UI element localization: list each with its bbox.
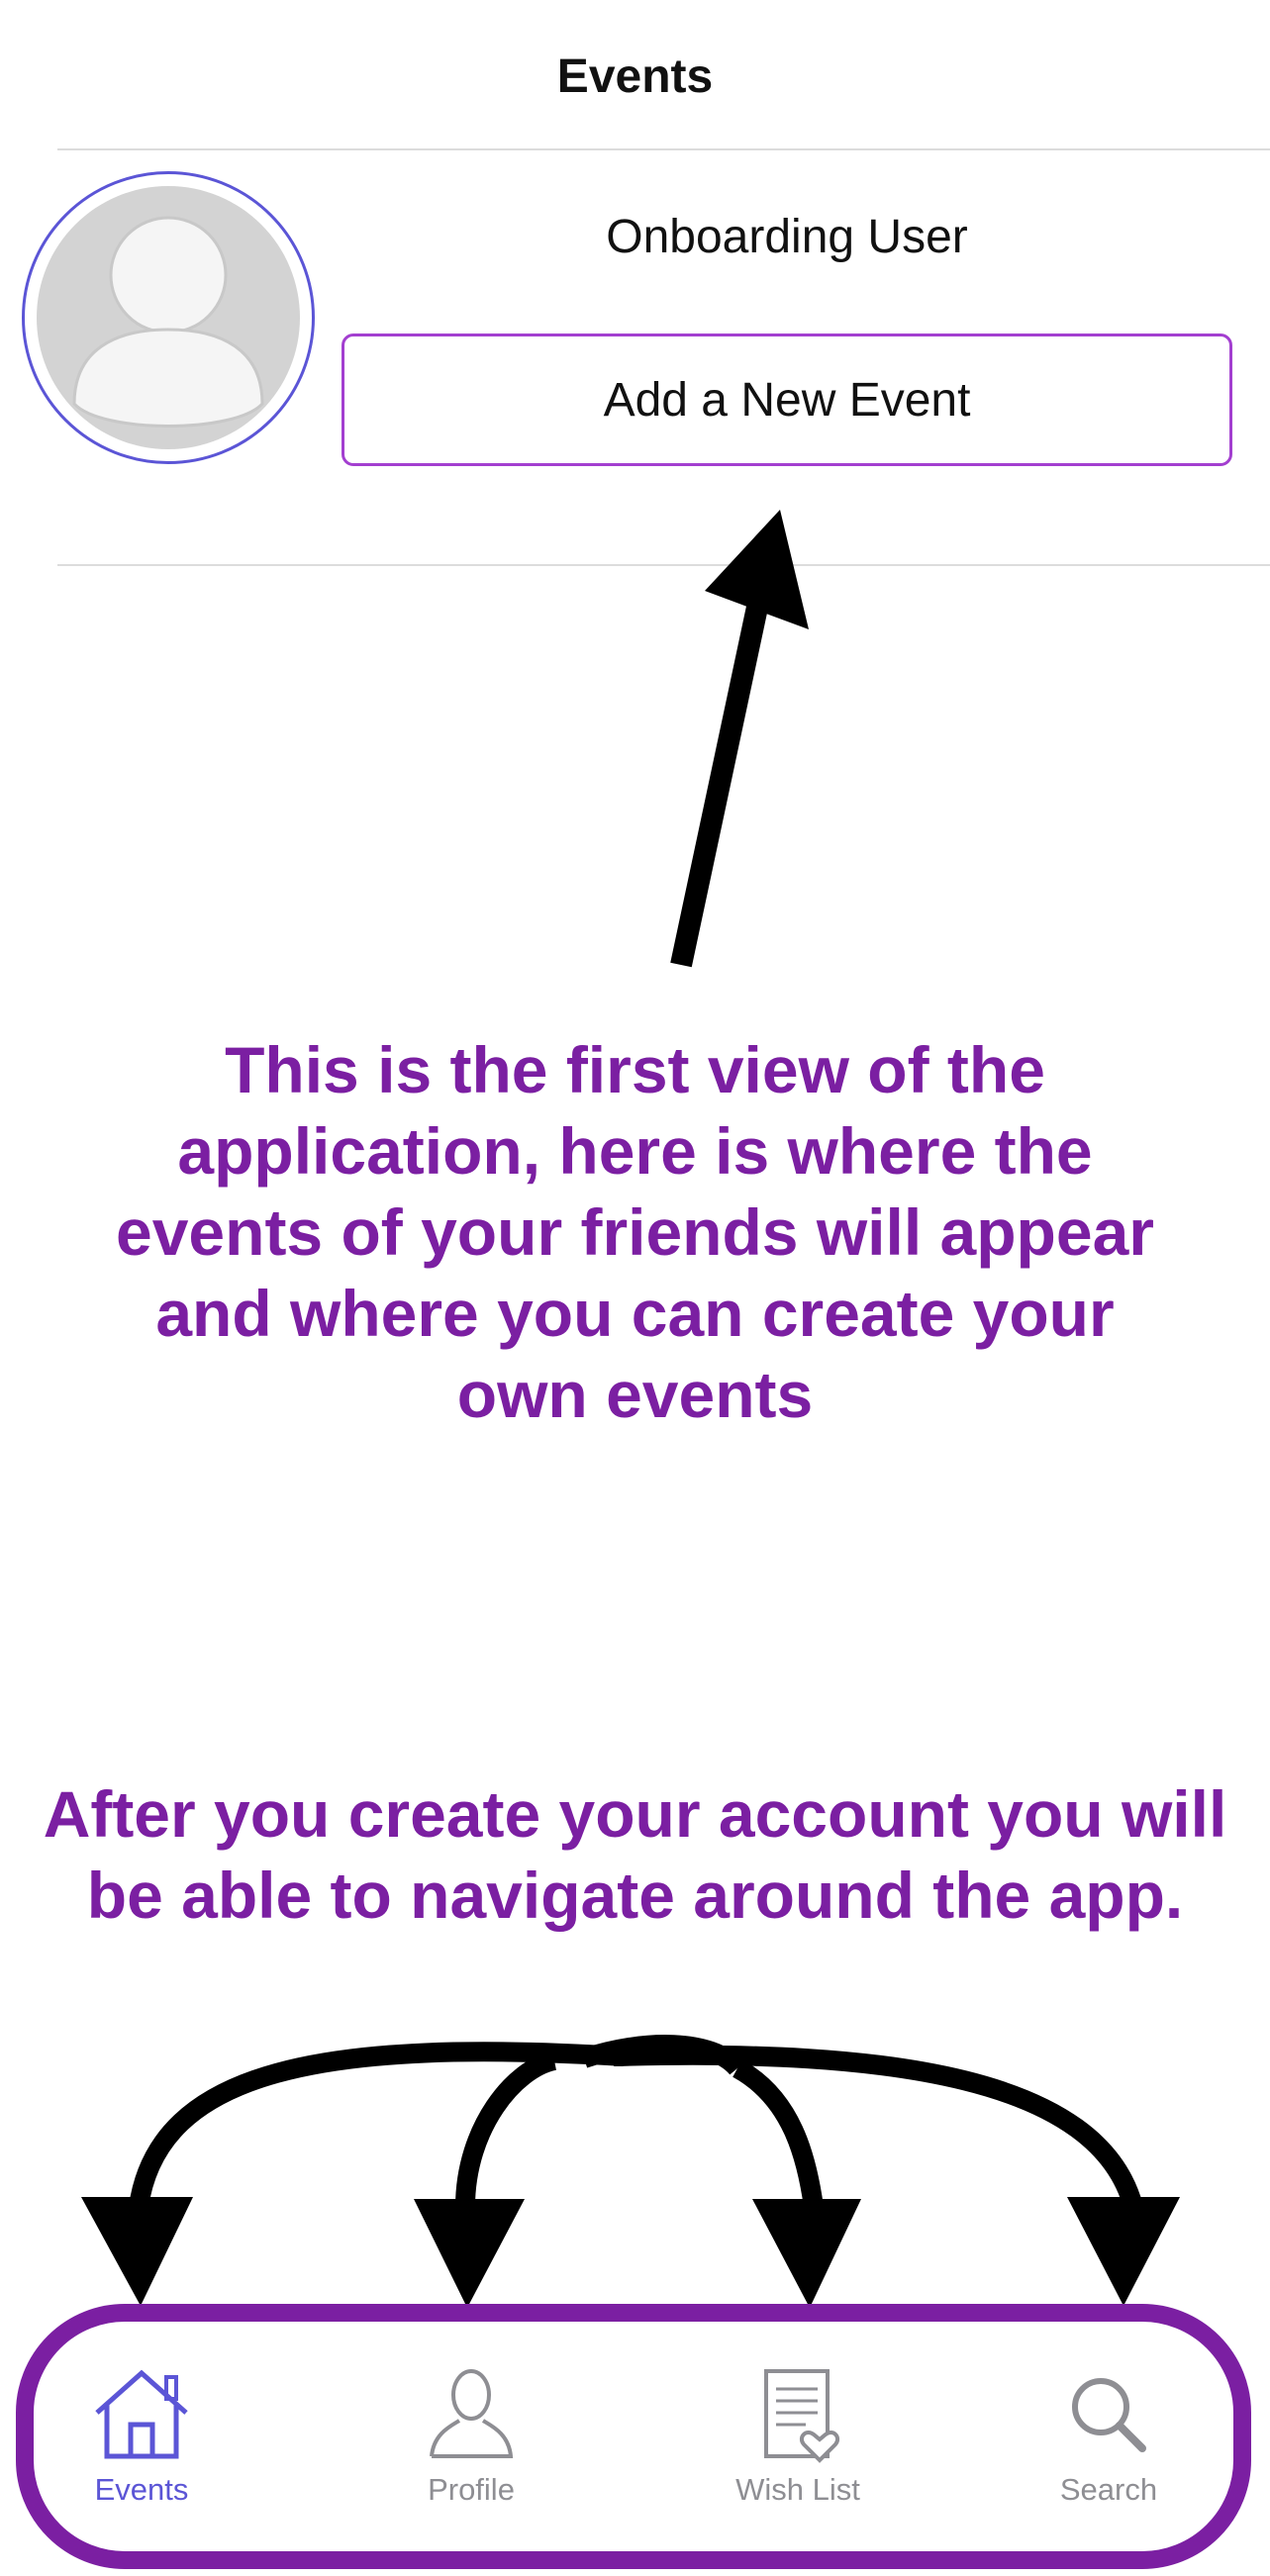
- first-view-annotation: This is the first view of the applicatio…: [116, 1033, 1154, 1431]
- navigation-annotation: After you create your account you will b…: [43, 1777, 1227, 1932]
- person-icon: [430, 2369, 514, 2458]
- house-icon: [95, 2369, 188, 2459]
- tab-events-label: Events: [94, 2472, 189, 2507]
- tab-wish-list-label: Wish List: [735, 2472, 860, 2507]
- tab-search[interactable]: Search: [1000, 2365, 1218, 2533]
- tab-profile-label: Profile: [428, 2472, 515, 2507]
- tab-search-label: Search: [1059, 2472, 1158, 2507]
- arrows-to-tabs: [129, 2035, 1143, 2210]
- wishlist-icon: [764, 2369, 840, 2463]
- tab-wish-list[interactable]: Wish List: [689, 2365, 907, 2533]
- arrow-head-search: [1067, 2197, 1180, 2306]
- tab-profile[interactable]: Profile: [362, 2365, 580, 2533]
- arrow-head-wishlist: [752, 2199, 861, 2308]
- arrow-head-events: [81, 2197, 193, 2306]
- tab-events[interactable]: Events: [33, 2365, 250, 2533]
- search-icon: [1072, 2378, 1146, 2452]
- arrow-to-add-event: [670, 510, 809, 968]
- arrow-head-profile: [414, 2199, 525, 2308]
